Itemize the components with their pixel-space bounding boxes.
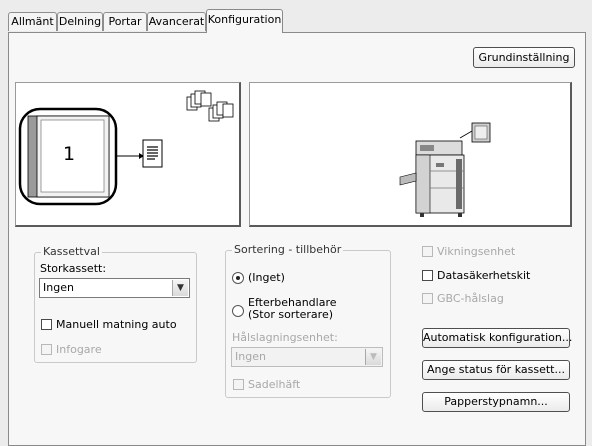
folding-label: Vikningsenhet <box>437 245 516 258</box>
finisher-line2: (Stor sorterare) <box>248 308 334 321</box>
default-settings-button[interactable]: Grundinställning <box>473 47 575 68</box>
chevron-down-icon[interactable]: ▼ <box>365 349 381 365</box>
saddle-label: Sadelhäft <box>248 378 301 391</box>
radio-finisher[interactable] <box>232 305 244 317</box>
radio-none-label: (Inget) <box>248 271 285 284</box>
security-kit-label: Datasäkerhetskit <box>437 269 531 282</box>
tab-delning[interactable]: Delning <box>57 12 103 31</box>
configuration-panel: Grundinställning 1 Kassettval Storkasset… <box>8 32 586 446</box>
tab-konfiguration[interactable]: Konfiguration <box>206 9 283 33</box>
storkassett-label: Storkassett: <box>40 262 107 275</box>
security-kit-checkbox[interactable] <box>422 270 433 281</box>
printer-preview <box>249 82 572 227</box>
output-preview: 1 <box>15 82 241 227</box>
storkassett-value: Ingen <box>43 281 74 294</box>
printer-properties-window: Allmänt Delning Portar Avancerat Konfigu… <box>0 0 592 446</box>
manual-feed-checkbox[interactable] <box>41 319 52 330</box>
tray-status-button[interactable]: Ange status för kassett... <box>422 360 570 380</box>
punch-label: Hålslagningsenhet: <box>232 331 338 344</box>
tray-number: 1 <box>62 143 76 165</box>
printer-icon <box>399 122 491 217</box>
punch-value: Ingen <box>235 350 266 363</box>
infogare-checkbox[interactable] <box>41 344 52 355</box>
storkassett-select[interactable]: Ingen ▼ <box>39 278 190 298</box>
punch-select[interactable]: Ingen ▼ <box>231 347 383 367</box>
saddle-checkbox[interactable] <box>233 379 244 390</box>
gbc-checkbox[interactable] <box>422 293 433 304</box>
tab-portar[interactable]: Portar <box>103 12 147 31</box>
radio-finisher-label: Efterbehandlare (Stor sorterare) <box>248 297 337 321</box>
infogare-label: Infogare <box>56 343 102 356</box>
tab-avancerat[interactable]: Avancerat <box>147 12 206 31</box>
tab-strip: Allmänt Delning Portar Avancerat Konfigu… <box>6 8 586 34</box>
folding-checkbox[interactable] <box>422 246 433 257</box>
sortering-legend: Sortering - tillbehör <box>232 243 344 256</box>
manual-feed-label: Manuell matning auto <box>56 318 177 331</box>
gbc-label: GBC-hålslag <box>437 292 504 305</box>
auto-config-button[interactable]: Automatisk konfiguration... <box>422 328 572 348</box>
paper-type-button[interactable]: Papperstypnamn... <box>422 392 570 412</box>
tab-allmant[interactable]: Allmänt <box>8 12 57 31</box>
radio-none[interactable] <box>232 272 244 284</box>
chevron-down-icon[interactable]: ▼ <box>172 280 188 296</box>
kassettval-legend: Kassettval <box>41 245 102 258</box>
